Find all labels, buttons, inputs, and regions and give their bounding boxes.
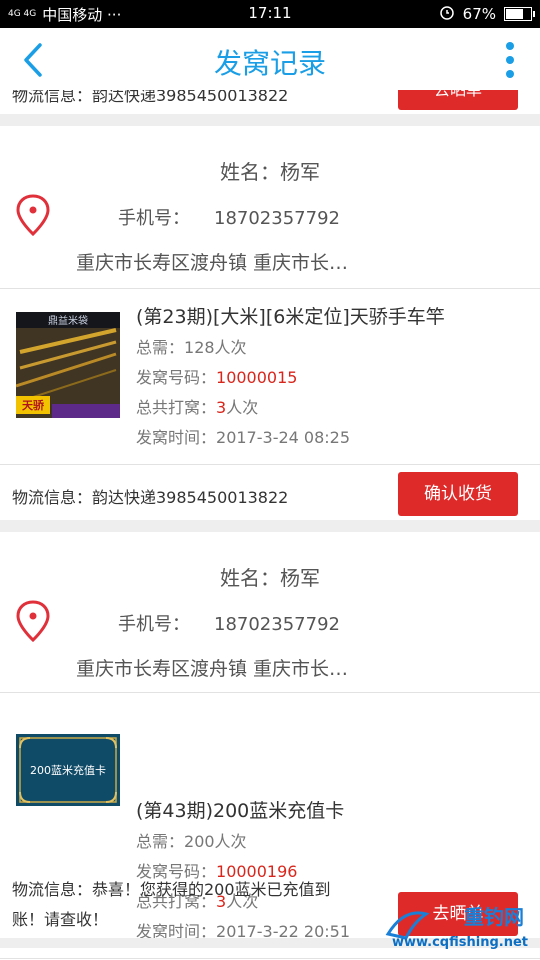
dispatch-time: 发窝时间：2017-3-24 08:25 bbox=[136, 424, 350, 448]
battery-percent: 67% bbox=[462, 5, 496, 23]
time-value: 2017-3-24 08:25 bbox=[216, 428, 351, 447]
dispatch-code: 发窝号码：10000015 bbox=[136, 364, 297, 388]
logistics-line: 物流信息：恭喜！您获得的200蓝米已充值到 bbox=[12, 880, 331, 899]
divider bbox=[0, 288, 540, 289]
confirm-receipt-button[interactable]: 确认收货 bbox=[398, 472, 518, 516]
total-needed: 总需：200人次 bbox=[136, 828, 247, 852]
count-label: 总共打窝： bbox=[136, 398, 217, 417]
watermark-url: www.cqfishing.net bbox=[391, 935, 528, 950]
recipient-name: 姓名：杨军 bbox=[220, 566, 320, 590]
product-title[interactable]: (第43期)200蓝米充值卡 bbox=[136, 796, 344, 823]
status-right: 67% bbox=[439, 4, 535, 24]
location-pin-icon bbox=[16, 194, 50, 236]
share-order-button[interactable]: 去晒单 bbox=[398, 90, 518, 110]
thumb-card-text: 200蓝米充值卡 bbox=[30, 763, 106, 777]
status-bar: 4G 4G 中国移动 ··· 17:11 67% bbox=[0, 0, 540, 28]
thumb-brand-text: 鼎益米袋 bbox=[48, 314, 88, 327]
recipient-phone: 手机号： 18702357792 bbox=[118, 204, 340, 230]
recipient-address: 重庆市长寿区渡舟镇 重庆市长… bbox=[76, 252, 349, 274]
phone-label: 手机号： bbox=[118, 208, 190, 229]
app-header: 发窝记录 bbox=[0, 28, 540, 90]
watermark-title: 重钓网 bbox=[464, 905, 524, 929]
location-pin-icon bbox=[16, 600, 50, 642]
previous-record-peek: 物流信息：韵达快递3985450013822 去晒单 bbox=[0, 90, 540, 114]
product-title[interactable]: (第23期)[大米][6米定位]天骄手车竿 bbox=[136, 302, 445, 329]
thumb-label-text: 天骄 bbox=[22, 398, 45, 412]
page-title: 发窝记录 bbox=[213, 47, 326, 80]
divider bbox=[0, 692, 540, 693]
battery-icon bbox=[504, 7, 535, 21]
card-separator bbox=[0, 520, 540, 532]
site-watermark: 重钓网 www.cqfishing.net bbox=[384, 896, 534, 956]
logistics-info: 物流信息：韵达快递3985450013822 bbox=[12, 90, 289, 105]
divider bbox=[0, 958, 540, 959]
logistics-info: 物流信息：恭喜！您获得的200蓝米已充值到 账！请查收！ bbox=[12, 876, 331, 930]
phone-label: 手机号： bbox=[118, 614, 190, 635]
count-number: 3 bbox=[216, 398, 227, 417]
recipient-phone: 手机号： 18702357792 bbox=[118, 610, 340, 636]
count-unit: 人次 bbox=[226, 398, 259, 417]
phone-number: 18702357792 bbox=[214, 208, 340, 229]
code-value: 10000015 bbox=[216, 368, 298, 387]
total-label: 总需： bbox=[136, 832, 185, 851]
logistics-line: 账！请查收！ bbox=[12, 910, 109, 929]
more-menu-button[interactable] bbox=[506, 42, 516, 82]
recipient-address: 重庆市长寿区渡舟镇 重庆市长… bbox=[76, 658, 349, 680]
total-label: 总需： bbox=[136, 338, 185, 357]
total-needed: 总需：128人次 bbox=[136, 334, 247, 358]
record-card: 姓名：杨军 手机号： 18702357792 重庆市长寿区渡舟镇 重庆市长… 鼎益… bbox=[0, 136, 540, 520]
logistics-info: 物流信息：韵达快递3985450013822 bbox=[12, 488, 289, 507]
product-thumbnail[interactable]: 鼎益米袋 天骄 bbox=[16, 312, 120, 418]
total-value: 200人次 bbox=[184, 832, 247, 851]
card-separator bbox=[0, 114, 540, 126]
total-count: 总共打窝：3人次 bbox=[136, 394, 258, 418]
alarm-icon bbox=[439, 4, 455, 24]
more-dot-icon bbox=[506, 42, 514, 50]
divider bbox=[0, 464, 540, 465]
more-dot-icon bbox=[506, 56, 514, 64]
recipient-name: 姓名：杨军 bbox=[220, 160, 320, 184]
more-dot-icon bbox=[506, 70, 514, 78]
product-thumbnail[interactable]: 200蓝米充值卡 bbox=[16, 734, 120, 806]
time-label: 发窝时间： bbox=[136, 428, 217, 447]
code-label: 发窝号码： bbox=[136, 368, 217, 387]
record-list[interactable]: 物流信息：韵达快递3985450013822 去晒单 姓名：杨军 手机号： 187… bbox=[0, 90, 540, 960]
phone-number: 18702357792 bbox=[214, 614, 340, 635]
total-value: 128人次 bbox=[184, 338, 247, 357]
